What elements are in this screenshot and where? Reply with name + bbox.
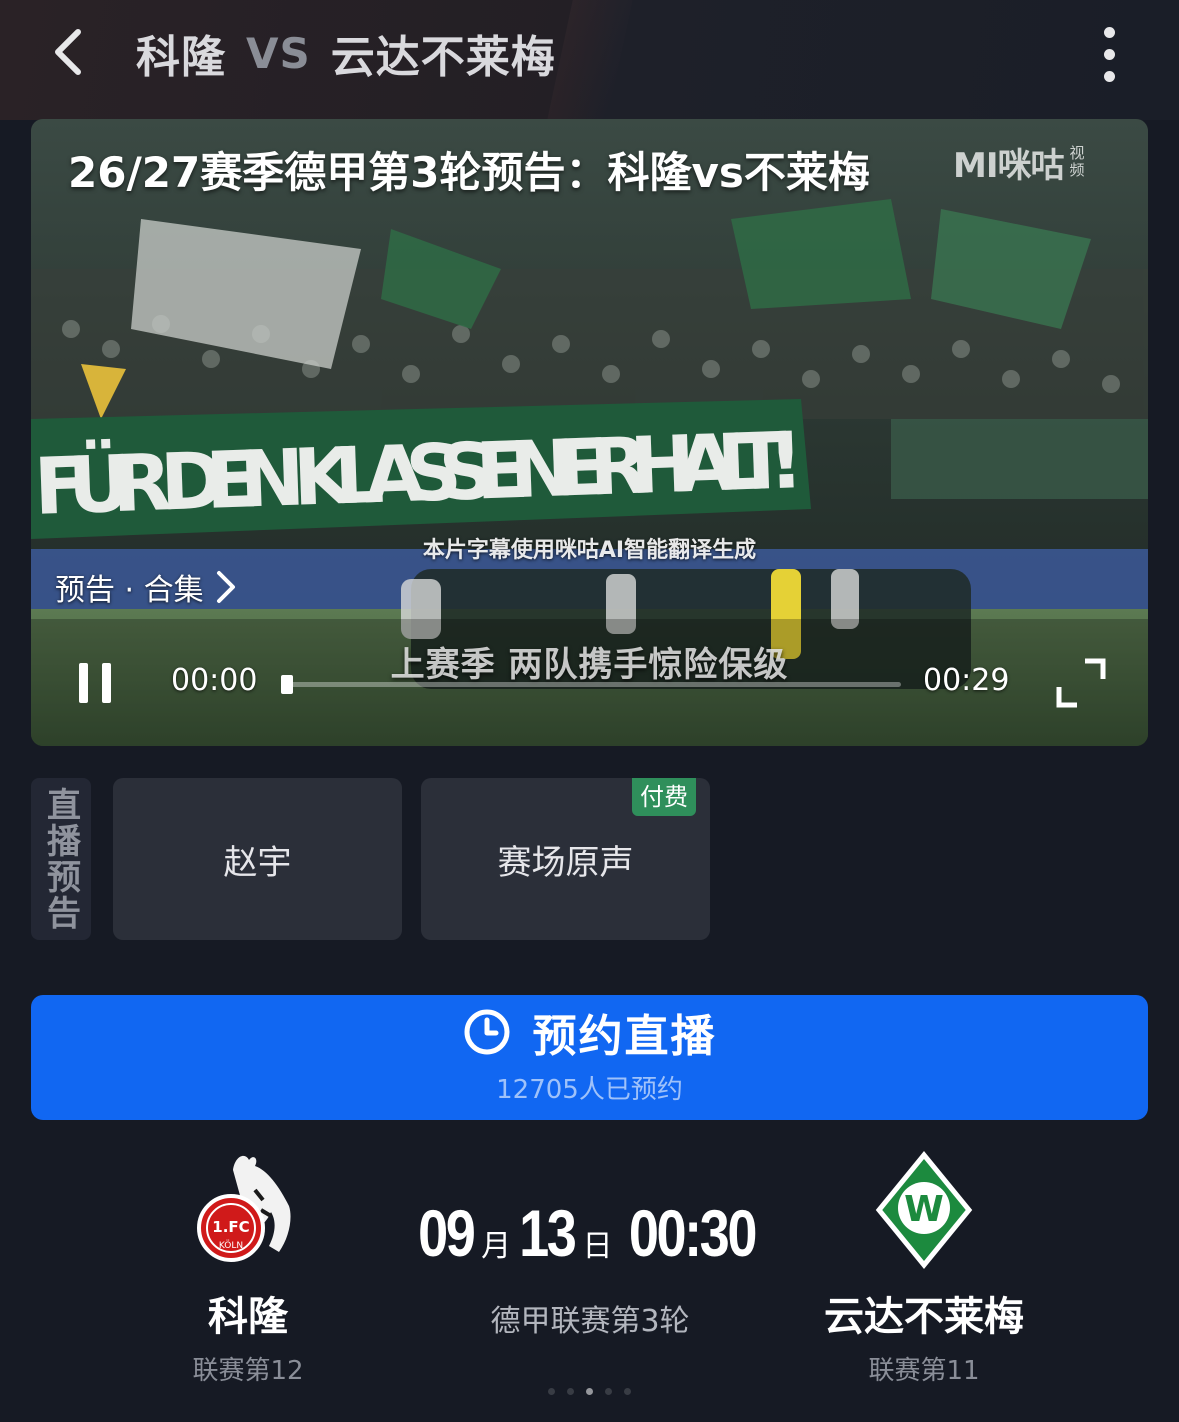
home-team-name: 科隆: [208, 1294, 288, 1340]
pause-icon-bar: [102, 663, 111, 703]
header-home-team: 科隆: [136, 32, 226, 83]
video-title: 26/27赛季德甲第3轮预告：科隆vs不莱梅: [68, 148, 870, 197]
chevron-right-icon: [216, 571, 235, 603]
page-dot-active: [586, 1388, 593, 1395]
reserve-label: 预约直播: [532, 1011, 717, 1062]
away-team-rank: 联赛第11: [868, 1356, 980, 1386]
svg-text:W: W: [904, 1189, 944, 1230]
migu-video-watermark: MI咪咕 视频: [953, 141, 1087, 186]
month-unit: 月: [481, 1230, 512, 1263]
away-team-name: 云达不莱梅: [824, 1294, 1024, 1340]
match-month: 09: [417, 1196, 476, 1270]
more-dot: [1103, 70, 1115, 82]
live-preview-label-text: 直播预告: [40, 787, 81, 931]
home-team[interactable]: 1.FC KÖLN 科隆 联赛第12: [98, 1150, 398, 1387]
home-team-rank: 联赛第12: [192, 1356, 304, 1386]
commentary-option-label: 赵宇: [223, 842, 292, 883]
day-unit: 日: [582, 1230, 613, 1263]
clock-icon: [464, 1009, 509, 1055]
competition-round: 德甲联赛第3轮: [490, 1304, 690, 1339]
pause-button[interactable]: [75, 661, 115, 707]
match-kickoff-time: 09 月 13 日 00:30: [390, 1195, 790, 1271]
header-vs: VS: [246, 28, 311, 78]
reserve-live-button[interactable]: 预约直播 12705人已预约: [31, 995, 1148, 1120]
pause-icon: [79, 663, 88, 703]
reservation-count: 12705人已预约: [496, 1075, 683, 1105]
more-dot: [1103, 48, 1115, 60]
video-player[interactable]: FÜR DEN KLASSENERHALT! 26/27赛季德甲第3轮预告：科隆…: [31, 119, 1148, 746]
page-dot: [624, 1388, 631, 1395]
more-vertical-icon: [1103, 26, 1115, 38]
svg-text:1.FC: 1.FC: [212, 1218, 249, 1236]
collection-link-label: 预告 · 合集: [55, 573, 204, 608]
fc-koln-logo: 1.FC KÖLN: [197, 1155, 291, 1262]
progress-handle[interactable]: [281, 675, 293, 694]
paid-badge: 付费: [632, 778, 696, 816]
commentary-option-zhaoyu[interactable]: 赵宇: [113, 778, 402, 940]
reserve-main: 预约直播: [31, 1001, 1148, 1063]
commentary-option-label: 赛场原声: [497, 842, 634, 883]
page-dot: [567, 1388, 574, 1395]
page-indicator: [0, 1388, 1179, 1398]
chevron-left-icon: [55, 29, 81, 75]
fullscreen-icon: [1056, 658, 1106, 708]
header-decoration: [547, 0, 633, 120]
svg-text:KÖLN: KÖLN: [219, 1240, 243, 1251]
player-controls: 00:00 00:29: [31, 649, 1148, 719]
back-button[interactable]: [38, 22, 98, 82]
werder-bremen-logo: W: [875, 1151, 973, 1269]
away-team[interactable]: W 云达不莱梅 联赛第11: [774, 1150, 1074, 1387]
header-away-team: 云达不莱梅: [330, 32, 556, 83]
watermark-sub: 视频: [1069, 144, 1085, 179]
total-time: 00:29: [923, 663, 1010, 698]
match-clock: 00:30: [628, 1196, 757, 1270]
trailer-collection-link[interactable]: 预告 · 合集: [55, 567, 238, 608]
page-dot: [605, 1388, 612, 1395]
match-day: 13: [519, 1196, 577, 1270]
watermark-main: MI咪咕: [953, 145, 1064, 186]
more-options-button[interactable]: [1088, 24, 1130, 84]
page-title: 科隆 VS 云达不莱梅: [136, 22, 556, 84]
commentary-option-stadium-sound[interactable]: 赛场原声 付费: [421, 778, 710, 940]
ai-subtitle-note: 本片字幕使用咪咕AI智能翻译生成: [422, 538, 757, 563]
page-dot: [548, 1388, 555, 1395]
current-time: 00:00: [171, 663, 258, 698]
live-preview-label: 直播预告: [31, 778, 91, 940]
fullscreen-button[interactable]: [1055, 657, 1107, 709]
progress-bar[interactable]: [281, 675, 901, 694]
top-nav-bar: 科隆 VS 云达不莱梅: [0, 0, 1179, 120]
